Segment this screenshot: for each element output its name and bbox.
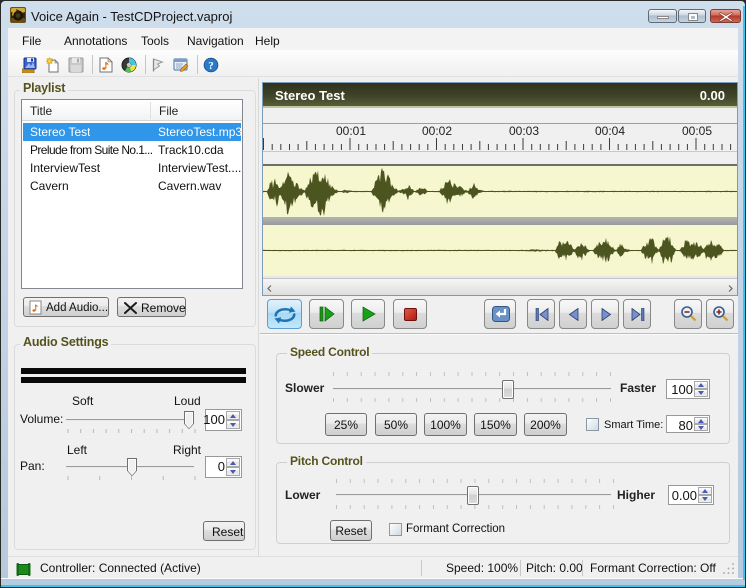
svg-text:?: ? (208, 60, 214, 72)
